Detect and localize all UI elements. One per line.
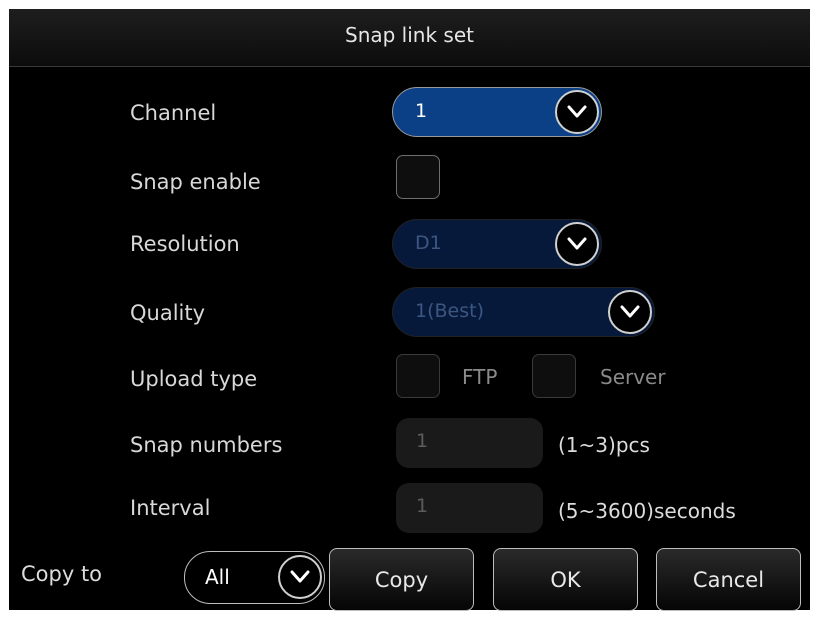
chevron-down-icon[interactable]	[278, 555, 322, 599]
ftp-checkbox[interactable]	[396, 354, 440, 398]
resolution-label: Resolution	[130, 232, 240, 256]
interval-range: (5~3600)seconds	[558, 499, 736, 523]
cancel-button[interactable]: Cancel	[656, 548, 801, 611]
snap-link-set-dialog: Snap link set Channel 1 Snap enable Reso…	[9, 9, 810, 611]
channel-label: Channel	[130, 101, 217, 125]
snap-enable-checkbox[interactable]	[396, 155, 440, 199]
snap-enable-label: Snap enable	[130, 170, 261, 194]
interval-label: Interval	[130, 496, 211, 520]
copy-button[interactable]: Copy	[329, 548, 474, 611]
channel-select[interactable]: 1	[392, 87, 602, 137]
channel-value: 1	[415, 100, 428, 122]
copy-to-value: All	[205, 565, 230, 589]
quality-label: Quality	[130, 301, 206, 325]
chevron-down-icon[interactable]	[608, 290, 652, 334]
snap-numbers-input[interactable]: 1	[396, 418, 543, 468]
copy-to-label: Copy to	[21, 562, 103, 586]
interval-input[interactable]: 1	[396, 483, 543, 533]
ok-button[interactable]: OK	[493, 548, 638, 611]
dialog-title: Snap link set	[345, 23, 474, 47]
quality-value: 1(Best)	[415, 300, 484, 322]
server-checkbox[interactable]	[532, 354, 576, 398]
ftp-label: FTP	[462, 365, 498, 389]
snap-numbers-label: Snap numbers	[130, 433, 283, 457]
server-label: Server	[600, 365, 666, 389]
quality-select[interactable]: 1(Best)	[392, 287, 655, 337]
upload-type-label: Upload type	[130, 367, 258, 391]
resolution-select[interactable]: D1	[392, 219, 602, 269]
title-bar: Snap link set	[9, 9, 810, 67]
resolution-value: D1	[415, 232, 442, 254]
chevron-down-icon[interactable]	[555, 90, 599, 134]
interval-value: 1	[416, 495, 429, 517]
snap-numbers-range: (1~3)pcs	[558, 433, 650, 457]
chevron-down-icon[interactable]	[555, 222, 599, 266]
copy-to-select[interactable]: All	[184, 551, 325, 604]
snap-numbers-value: 1	[416, 430, 429, 452]
